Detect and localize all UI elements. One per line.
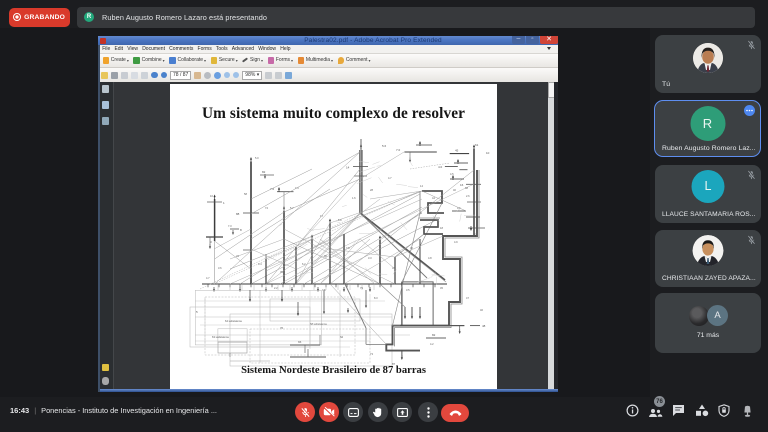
svg-text:4.7: 4.7 [206, 276, 210, 280]
svg-text:5.0: 5.0 [255, 156, 259, 160]
svg-text:62: 62 [340, 335, 344, 339]
svg-text:58: 58 [244, 192, 247, 196]
svg-text:46: 46 [480, 308, 483, 312]
svg-text:6.2: 6.2 [302, 262, 306, 266]
svg-text:65: 65 [298, 340, 302, 344]
svg-text:7.3: 7.3 [228, 224, 232, 228]
svg-text:1: 1 [223, 201, 225, 205]
svg-text:3.3: 3.3 [368, 256, 372, 260]
svg-text:8: 8 [240, 228, 242, 232]
svg-text:7.9: 7.9 [346, 246, 350, 250]
svg-text:16: 16 [460, 183, 464, 187]
svg-text:14: 14 [346, 166, 350, 170]
svg-text:4.9: 4.9 [454, 240, 458, 244]
svg-text:82: 82 [432, 333, 436, 337]
svg-text:0.4: 0.4 [258, 262, 262, 266]
svg-text:74: 74 [265, 206, 268, 210]
svg-text:8.3: 8.3 [374, 296, 378, 300]
svg-text:2.6: 2.6 [466, 194, 470, 198]
svg-text:4.8: 4.8 [428, 256, 432, 260]
svg-text:4.7: 4.7 [388, 176, 392, 180]
svg-text:3.5: 3.5 [406, 288, 410, 292]
svg-text:4.0: 4.0 [438, 165, 443, 169]
svg-text:45: 45 [440, 286, 443, 290]
svg-text:5.7: 5.7 [290, 206, 294, 210]
svg-text:47: 47 [466, 296, 469, 300]
svg-text:79: 79 [360, 286, 363, 290]
svg-text:61: 61 [475, 143, 479, 147]
svg-text:88: 88 [236, 212, 240, 216]
svg-text:7.4: 7.4 [295, 186, 299, 190]
svg-text:18: 18 [440, 226, 443, 230]
svg-text:4.2: 4.2 [430, 342, 434, 346]
svg-text:1.6: 1.6 [352, 196, 356, 200]
svg-text:4.5: 4.5 [450, 172, 454, 176]
svg-text:7.0: 7.0 [396, 148, 401, 152]
svg-text:2.8: 2.8 [474, 232, 478, 236]
svg-text:10: 10 [486, 151, 490, 155]
svg-text:73: 73 [370, 352, 373, 356]
svg-text:3.6: 3.6 [218, 266, 222, 270]
svg-text:28: 28 [370, 188, 373, 192]
svg-text:76: 76 [280, 326, 284, 330]
svg-text:2.2: 2.2 [274, 286, 278, 290]
svg-text:10: 10 [210, 194, 213, 198]
svg-text:64 subsistema: 64 subsistema [225, 319, 242, 323]
svg-text:48: 48 [482, 324, 486, 328]
svg-text:5.6: 5.6 [382, 144, 387, 148]
svg-text:40: 40 [453, 188, 456, 192]
svg-text:3: 3 [210, 240, 212, 244]
svg-text:68: 68 [465, 186, 468, 190]
svg-text:68 subsistema: 68 subsistema [310, 322, 327, 326]
svg-text:63 sudsistema: 63 sudsistema [212, 335, 229, 339]
svg-text:5: 5 [196, 310, 198, 314]
svg-text:45: 45 [455, 149, 459, 153]
svg-text:14: 14 [420, 184, 423, 188]
svg-text:82: 82 [262, 170, 266, 174]
